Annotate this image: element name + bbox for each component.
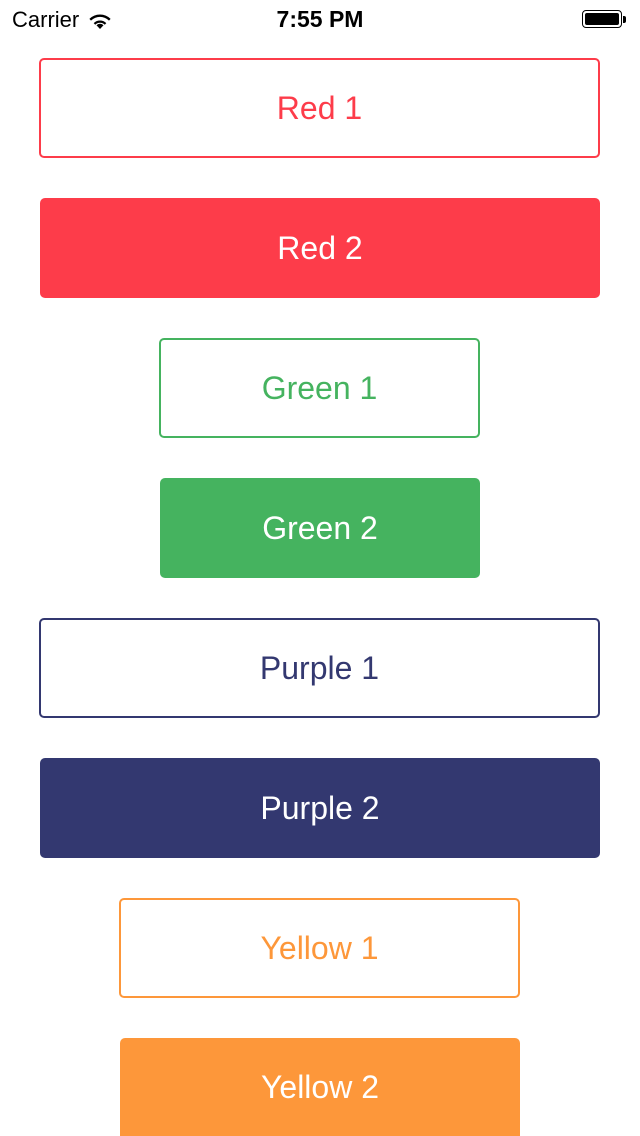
battery-body — [582, 10, 622, 28]
purple-2-button[interactable]: Purple 2 — [40, 758, 600, 858]
red-2-button[interactable]: Red 2 — [40, 198, 600, 298]
battery-fill — [585, 13, 619, 25]
green-2-button[interactable]: Green 2 — [160, 478, 480, 578]
yellow-1-button[interactable]: Yellow 1 — [119, 898, 520, 998]
purple-1-button[interactable]: Purple 1 — [39, 618, 600, 718]
green-1-button[interactable]: Green 1 — [159, 338, 480, 438]
battery-nub — [623, 16, 626, 23]
battery-icon — [582, 10, 628, 30]
red-1-button[interactable]: Red 1 — [39, 58, 600, 158]
status-bar: Carrier 7:55 PM — [0, 0, 640, 40]
status-time: 7:55 PM — [276, 6, 364, 32]
yellow-2-button[interactable]: Yellow 2 — [120, 1038, 520, 1136]
